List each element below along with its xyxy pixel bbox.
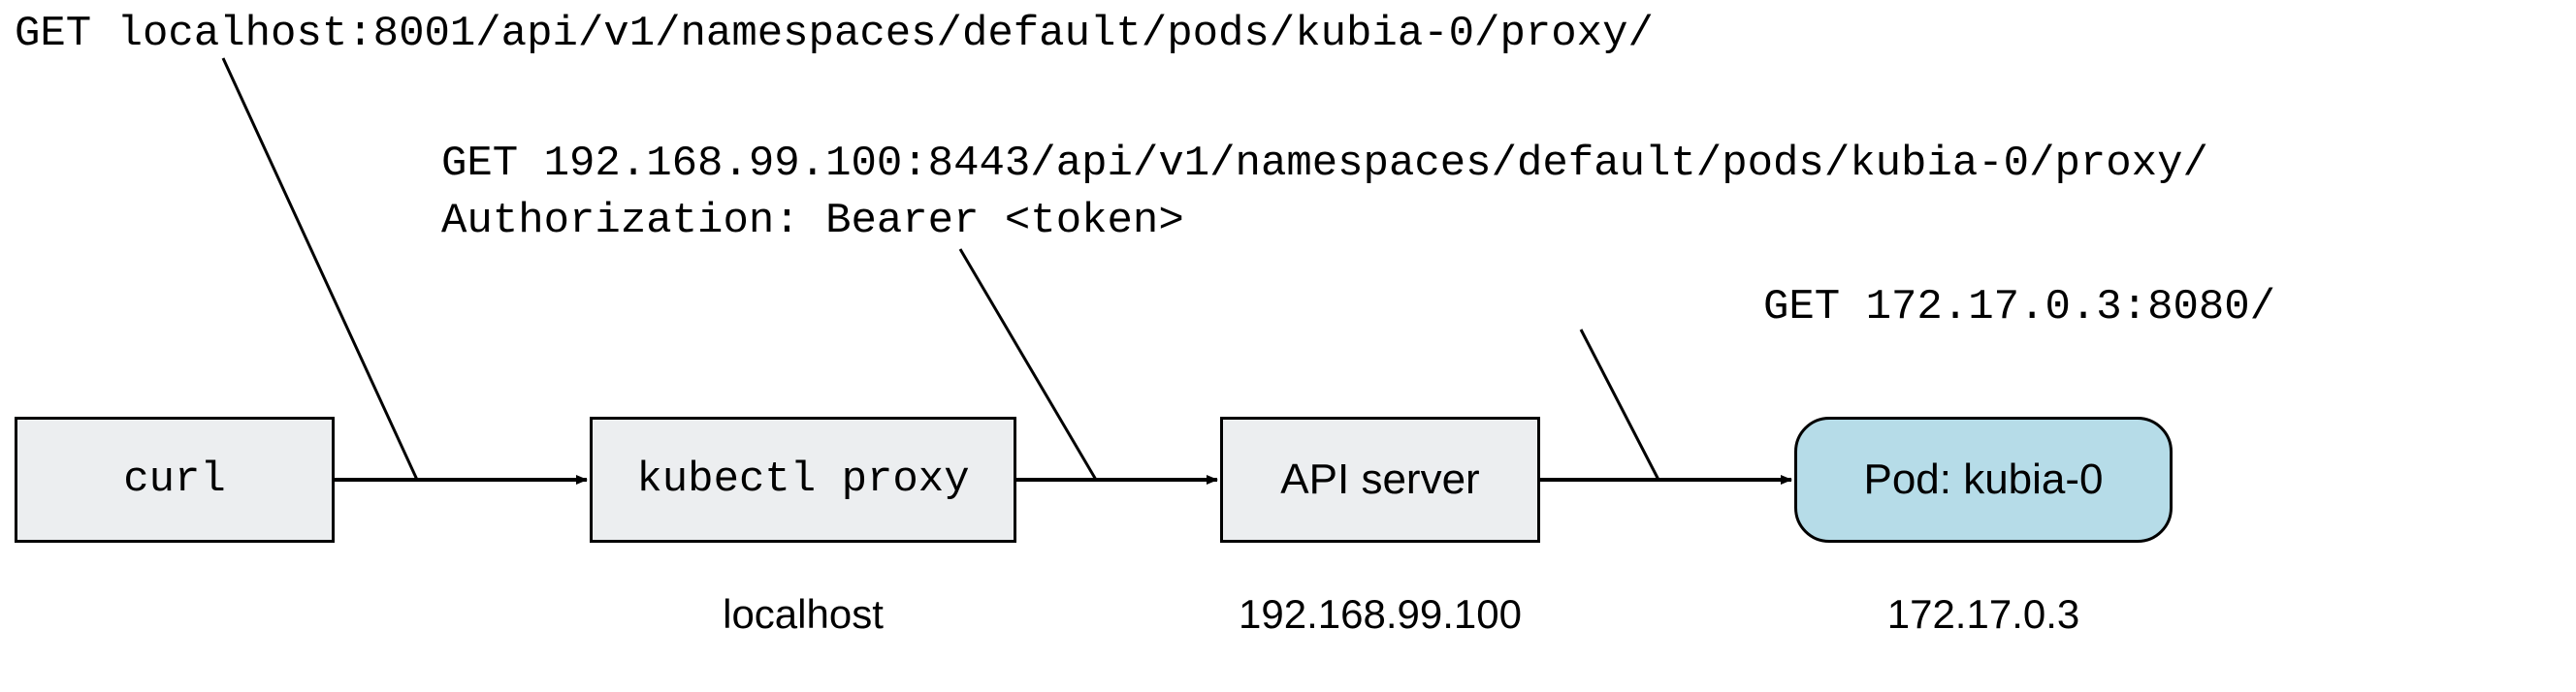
node-api-server-label: API server [1280,456,1479,504]
request-1-text: GET localhost:8001/api/v1/namespaces/def… [15,6,1654,63]
host-label-pod: 172.17.0.3 [1794,591,2173,638]
node-curl-label: curl [123,456,226,504]
node-pod-label: Pod: kubia-0 [1863,456,2103,504]
request-2-line2: Authorization: Bearer <token> [441,197,1184,245]
node-kubectl-proxy: kubectl proxy [590,417,1016,543]
node-kubectl-proxy-label: kubectl proxy [636,456,969,504]
node-curl: curl [15,417,335,543]
request-2-line1: GET 192.168.99.100:8443/api/v1/namespace… [441,140,2208,188]
node-api-server: API server [1220,417,1540,543]
node-pod-kubia-0: Pod: kubia-0 [1794,417,2173,543]
request-3-text: GET 172.17.0.3:8080/ [1763,279,2275,336]
host-label-api-server: 192.168.99.100 [1220,591,1540,638]
host-label-kubectl-proxy: localhost [590,591,1016,638]
request-2-text: GET 192.168.99.100:8443/api/v1/namespace… [441,136,2208,251]
connector-req3 [1581,330,1658,480]
